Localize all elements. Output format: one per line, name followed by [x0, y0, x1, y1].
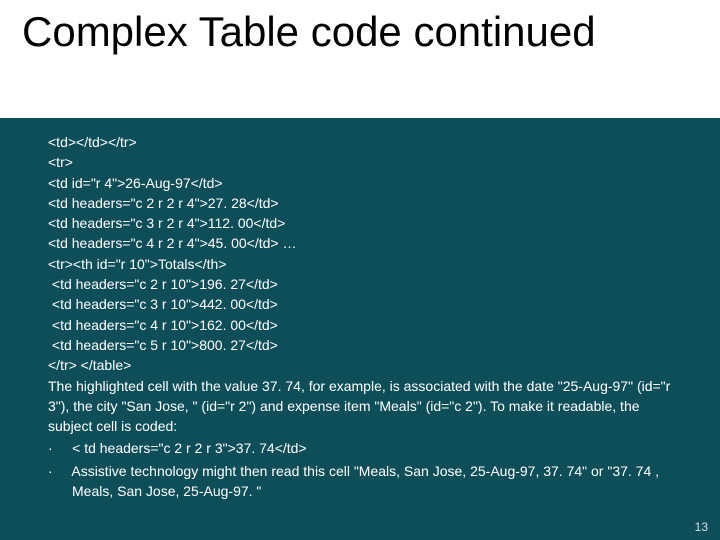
slide: Complex Table code continued <td></td></… [0, 0, 720, 540]
bullet-text: Assistive technology might then read thi… [71, 463, 663, 499]
code-line: <td headers="c 5 r 10">800. 27</td> [48, 335, 672, 355]
code-line: <td headers="c 2 r 10">196. 27</td> [48, 274, 672, 294]
bullet-item: · Assistive technology might then read t… [48, 461, 672, 502]
code-line: <td headers="c 4 r 10">162. 00</td> [48, 315, 672, 335]
bullet-text: < td headers="c 2 r 2 r 3">37. 74</td> [72, 440, 307, 456]
slide-body: <td></td></tr> <tr> <td id="r 4">26-Aug-… [0, 118, 720, 501]
bullet-marker: · [48, 440, 53, 456]
title-bar: Complex Table code continued [0, 0, 720, 118]
code-line: <tr> [48, 152, 672, 172]
code-line: <td headers="c 2 r 2 r 4">27. 28</td> [48, 193, 672, 213]
code-line: <td headers="c 3 r 2 r 4">112. 00</td> [48, 213, 672, 233]
code-line: <td headers="c 4 r 2 r 4">45. 00</td> … [48, 233, 672, 253]
code-line: <tr><th id="r 10">Totals</th> [48, 254, 672, 274]
explanation-paragraph: The highlighted cell with the value 37. … [48, 376, 672, 437]
page-title: Complex Table code continued [22, 8, 698, 56]
code-line: <td id="r 4">26-Aug-97</td> [48, 173, 672, 193]
code-line: <td></td></tr> [48, 132, 672, 152]
bullet-item: · < td headers="c 2 r 2 r 3">37. 74</td> [48, 438, 672, 458]
page-number: 13 [695, 520, 708, 534]
code-line: <td headers="c 3 r 10">442. 00</td> [48, 294, 672, 314]
code-line: </tr> </table> [48, 355, 672, 375]
bullet-marker: · [48, 463, 53, 479]
